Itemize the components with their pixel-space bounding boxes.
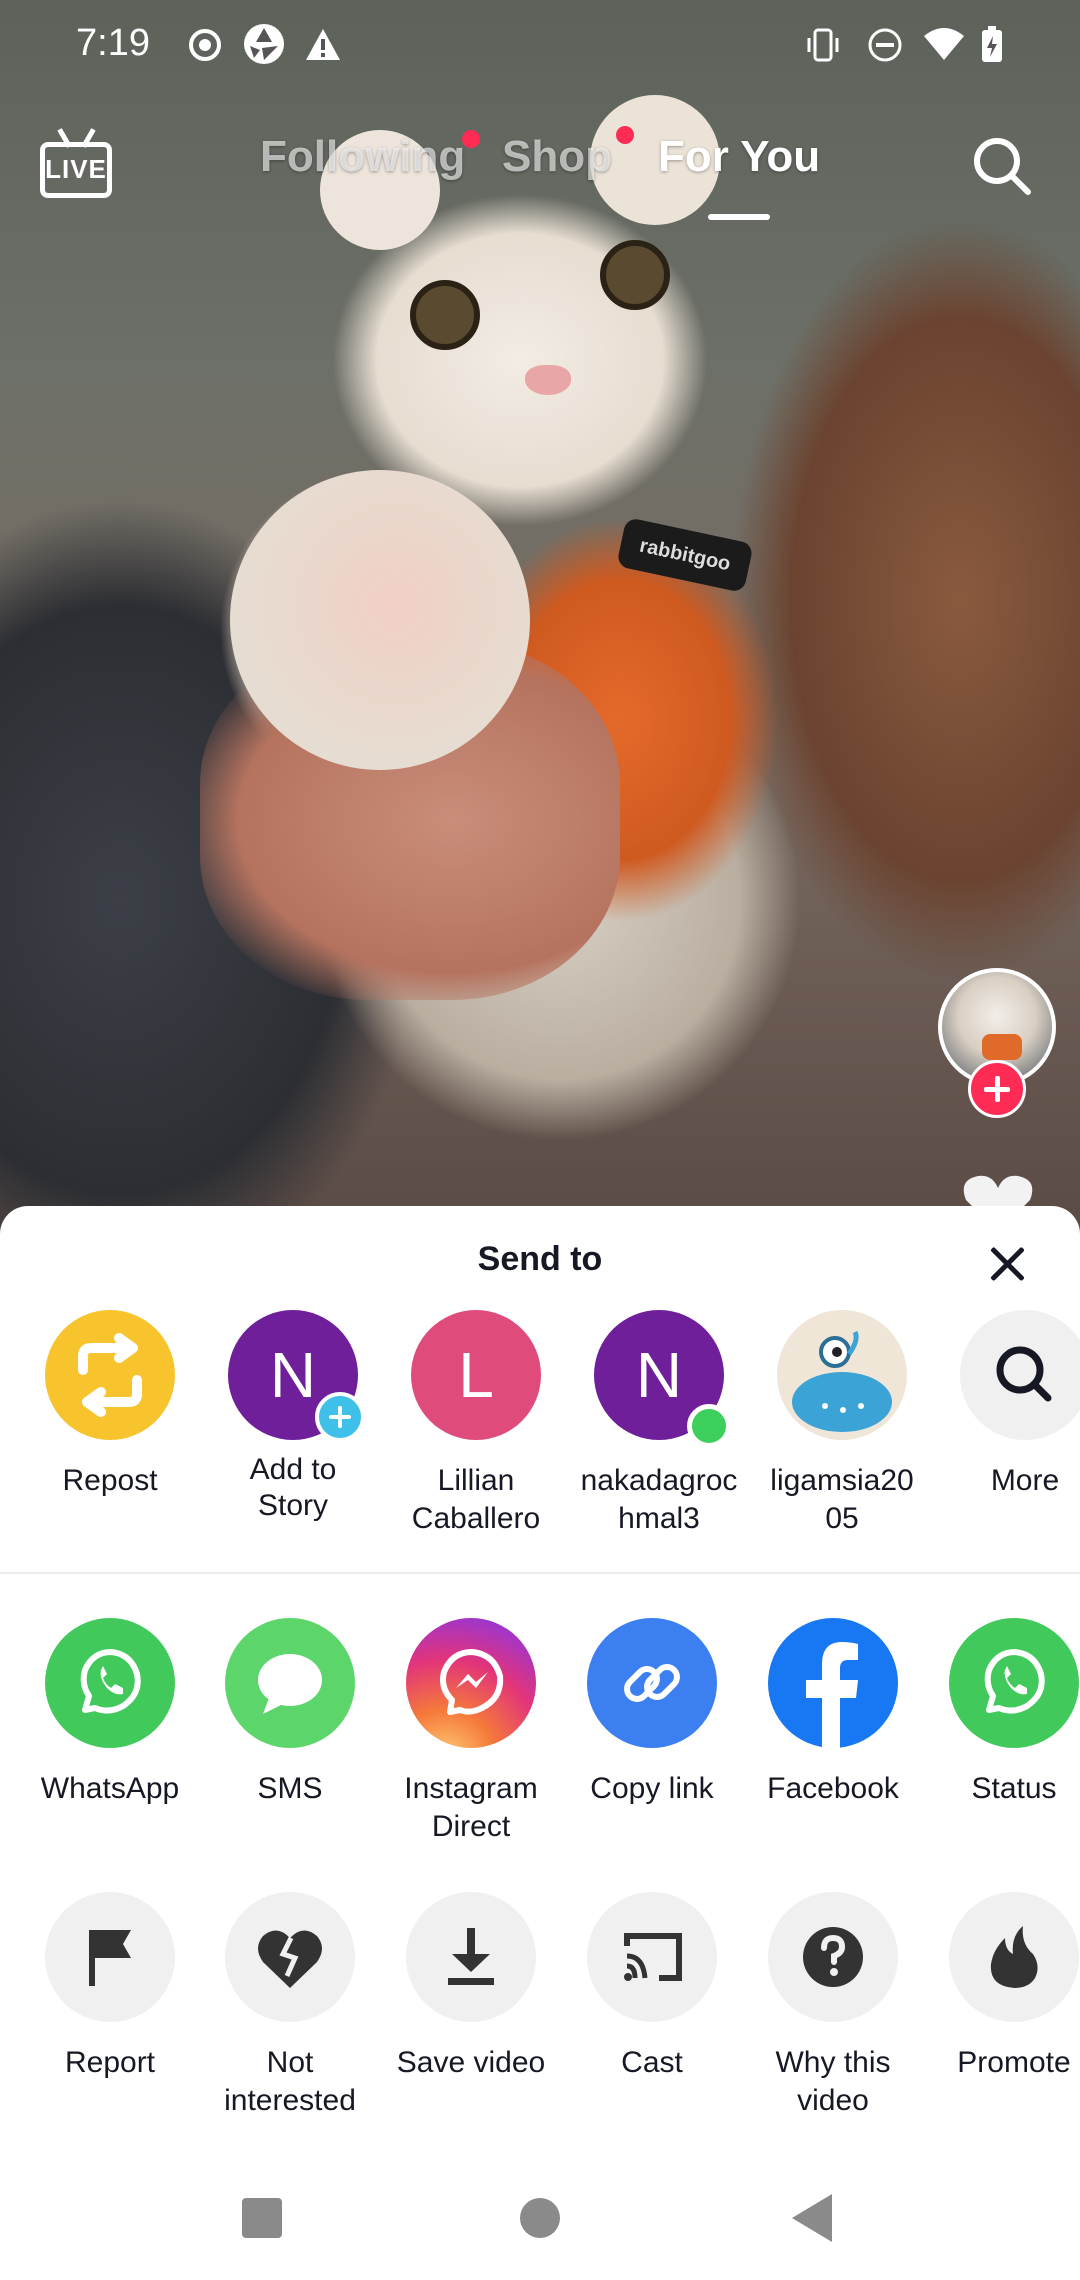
contact-lillian-caballero[interactable]: L Lillian Caballero [386, 1310, 566, 1550]
online-status-dot [687, 1404, 731, 1448]
copy-link-button[interactable]: Copy link [562, 1618, 742, 1858]
cat-paw [230, 470, 530, 770]
tab-shop[interactable]: Shop [502, 132, 612, 182]
add-plus-icon [315, 1392, 365, 1442]
question-icon [768, 1892, 898, 2022]
promote-button[interactable]: Promote [924, 1892, 1080, 2132]
item-label: Add to Story [249, 1453, 337, 1522]
contacts-row: Repost N Add to Story L Lillian Caballer… [0, 1310, 1080, 1550]
item-label: SMS [257, 1772, 323, 1805]
whatsapp-icon [949, 1618, 1079, 1748]
item-label: Status [971, 1772, 1057, 1805]
share-status-button[interactable]: Status [924, 1618, 1080, 1858]
notification-dot [616, 126, 634, 144]
notification-dot [462, 130, 480, 148]
active-tab-indicator [708, 214, 770, 220]
live-button[interactable]: LIVE [40, 128, 116, 200]
tab-for-you[interactable]: For You [658, 132, 820, 182]
share-sms-button[interactable]: SMS [200, 1618, 380, 1858]
camera-shutter-icon [244, 24, 284, 64]
battery-charging-icon [982, 26, 1002, 62]
item-label: Instagram Direct [404, 1772, 538, 1843]
broken-heart-icon [225, 1892, 355, 2022]
do-not-disturb-icon [868, 28, 902, 62]
monster-avatar [777, 1310, 907, 1440]
record-icon [189, 29, 221, 61]
item-label: nakadagroc hmal3 [580, 1464, 738, 1535]
flag-icon [45, 1892, 175, 2022]
item-label: Promote [957, 2046, 1071, 2079]
item-label: Copy link [590, 1772, 714, 1805]
item-label: Not interested [224, 2046, 356, 2117]
sheet-title: Send to [477, 1240, 603, 1278]
warning-icon [306, 29, 340, 60]
divider [0, 1572, 1080, 1574]
item-label: Lillian Caballero [411, 1464, 541, 1535]
actions-row: Report Not interested Save video Cast Wh… [0, 1892, 1080, 2132]
cast-icon [587, 1892, 717, 2022]
whatsapp-icon [45, 1618, 175, 1748]
cast-button[interactable]: Cast [562, 1892, 742, 2132]
contact-nakadagrochmal3[interactable]: N nakadagroc hmal3 [569, 1310, 749, 1550]
messenger-icon [406, 1618, 536, 1748]
avatar: L [411, 1310, 541, 1440]
item-label: Cast [621, 2046, 683, 2079]
more-contacts-button[interactable]: More [935, 1310, 1080, 1550]
share-sheet: Send to Repost N Add to Story L Lillian … [0, 1206, 1080, 2280]
share-instagram-direct-button[interactable]: Instagram Direct [381, 1618, 561, 1858]
live-label: LIVE [45, 154, 107, 184]
recents-button[interactable] [242, 2198, 282, 2238]
item-label: More [990, 1464, 1060, 1497]
close-icon[interactable] [980, 1236, 1036, 1292]
cat-nose [525, 365, 571, 395]
flame-icon [949, 1892, 1079, 2022]
repost-icon [45, 1310, 175, 1440]
wifi-icon [924, 28, 964, 60]
cat-eye [600, 240, 670, 310]
tab-following[interactable]: Following [260, 132, 465, 182]
item-label: Facebook [767, 1772, 899, 1805]
system-nav-bar [0, 2160, 1080, 2280]
link-icon [587, 1618, 717, 1748]
contact-ligamsia2005[interactable]: ligamsia20 05 [752, 1310, 932, 1550]
item-label: WhatsApp [40, 1772, 180, 1805]
download-icon [406, 1892, 536, 2022]
status-bar: 7:19 [0, 0, 1080, 90]
share-facebook-button[interactable]: Facebook [743, 1618, 923, 1858]
facebook-icon [768, 1618, 898, 1748]
item-label: Save video [396, 2046, 546, 2079]
not-interested-button[interactable]: Not interested [200, 1892, 380, 2132]
repost-button[interactable]: Repost [20, 1310, 200, 1550]
status-time: 7:19 [76, 22, 150, 64]
add-to-story-button[interactable]: N Add to Story [203, 1310, 383, 1550]
vibrate-icon [807, 28, 839, 62]
follow-button[interactable] [968, 1060, 1026, 1118]
harness-tag: rabbitgoo [616, 517, 754, 593]
report-button[interactable]: Report [20, 1892, 200, 2132]
back-button[interactable] [792, 2194, 832, 2242]
item-label: Why this video [775, 2046, 891, 2117]
home-button[interactable] [520, 2198, 560, 2238]
top-nav: LIVE Following Shop For You [0, 110, 1080, 230]
save-video-button[interactable]: Save video [381, 1892, 561, 2132]
apps-row: WhatsApp SMS Instagram Direct Copy link … [0, 1618, 1080, 1858]
cat-eye [410, 280, 480, 350]
item-label: Report [64, 2046, 156, 2079]
search-icon[interactable] [970, 134, 1034, 198]
why-this-video-button[interactable]: Why this video [743, 1892, 923, 2132]
search-icon [960, 1310, 1080, 1440]
sms-icon [225, 1618, 355, 1748]
item-label: ligamsia20 05 [770, 1464, 914, 1535]
item-label: Repost [62, 1464, 158, 1497]
share-whatsapp-button[interactable]: WhatsApp [20, 1618, 200, 1858]
